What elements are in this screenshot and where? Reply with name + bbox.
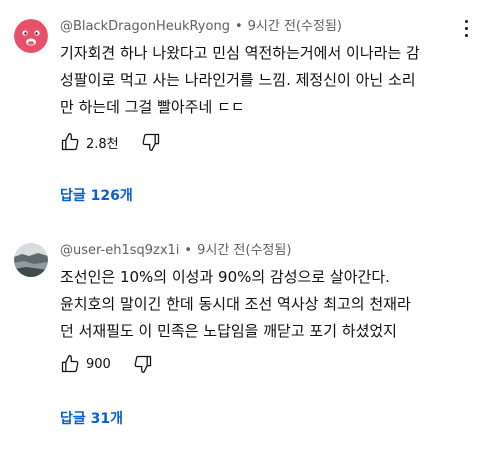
like-count: 2.8천 — [86, 136, 119, 152]
comment-text: 기자회견 하나 나왔다고 민심 역전하는거에서 이나라는 감 성팔이로 먹고 사… — [60, 40, 455, 121]
comment-header: @user-eh1sq9zx1i • 9시간 전(수정됨) — [60, 242, 291, 260]
timestamp[interactable]: 9시간 전(수정됨) — [197, 243, 291, 258]
like-button[interactable] — [60, 132, 80, 152]
thumbs-up-icon — [61, 355, 79, 373]
landscape-photo-icon — [14, 243, 48, 277]
vertical-ellipsis-icon — [464, 20, 468, 23]
comment-header: @BlackDragonHeukRyong • 9시간 전(수정됨) — [60, 18, 342, 36]
dislike-button[interactable] — [141, 132, 161, 152]
timestamp[interactable]: 9시간 전(수정됨) — [248, 19, 342, 34]
separator-dot: • — [234, 19, 243, 34]
author-name[interactable]: @user-eh1sq9zx1i — [60, 243, 179, 258]
view-replies-link[interactable]: 답글 126개 — [60, 185, 133, 205]
comment-line: 조선인은 10%의 이성과 90%의 감성으로 살아간다. — [60, 268, 390, 286]
separator-dot: • — [184, 243, 193, 258]
thumbs-up-icon — [61, 133, 79, 151]
comment-line: 만 하는데 그걸 빨아주네 ㄷㄷ — [60, 98, 245, 116]
like-button[interactable] — [60, 354, 80, 374]
comment-line: 윤치호의 말이긴 한데 동시대 조선 역사상 최고의 천재라 — [60, 295, 411, 313]
avatar-face-icon — [14, 19, 48, 53]
more-actions-button[interactable] — [461, 20, 471, 44]
avatar[interactable] — [14, 243, 48, 277]
thumbs-down-icon — [134, 355, 151, 373]
comment-line: 성팔이로 먹고 사는 나라인거를 느낌. 제정신이 아닌 소리 — [60, 71, 416, 89]
comment-line: 던 서재필도 이 민족은 노답임을 깨닫고 포기 하셨었지 — [60, 322, 397, 340]
comments-section: @BlackDragonHeukRyong • 9시간 전(수정됨) 기자회견 하나… — [0, 0, 480, 450]
comment-actions: 2.8천 — [60, 130, 161, 154]
avatar[interactable] — [14, 19, 48, 53]
comment-line: 기자회견 하나 나왔다고 민심 역전하는거에서 이나라는 감 — [60, 44, 420, 62]
comment-actions: 900 — [60, 352, 153, 376]
comment-text: 조선인은 10%의 이성과 90%의 감성으로 살아간다. 윤치호의 말이긴 한… — [60, 264, 455, 345]
thumbs-down-icon — [142, 133, 159, 151]
dislike-button[interactable] — [133, 354, 153, 374]
author-name[interactable]: @BlackDragonHeukRyong — [60, 19, 230, 34]
like-count: 900 — [86, 356, 111, 372]
view-replies-link[interactable]: 답글 31개 — [60, 408, 123, 428]
